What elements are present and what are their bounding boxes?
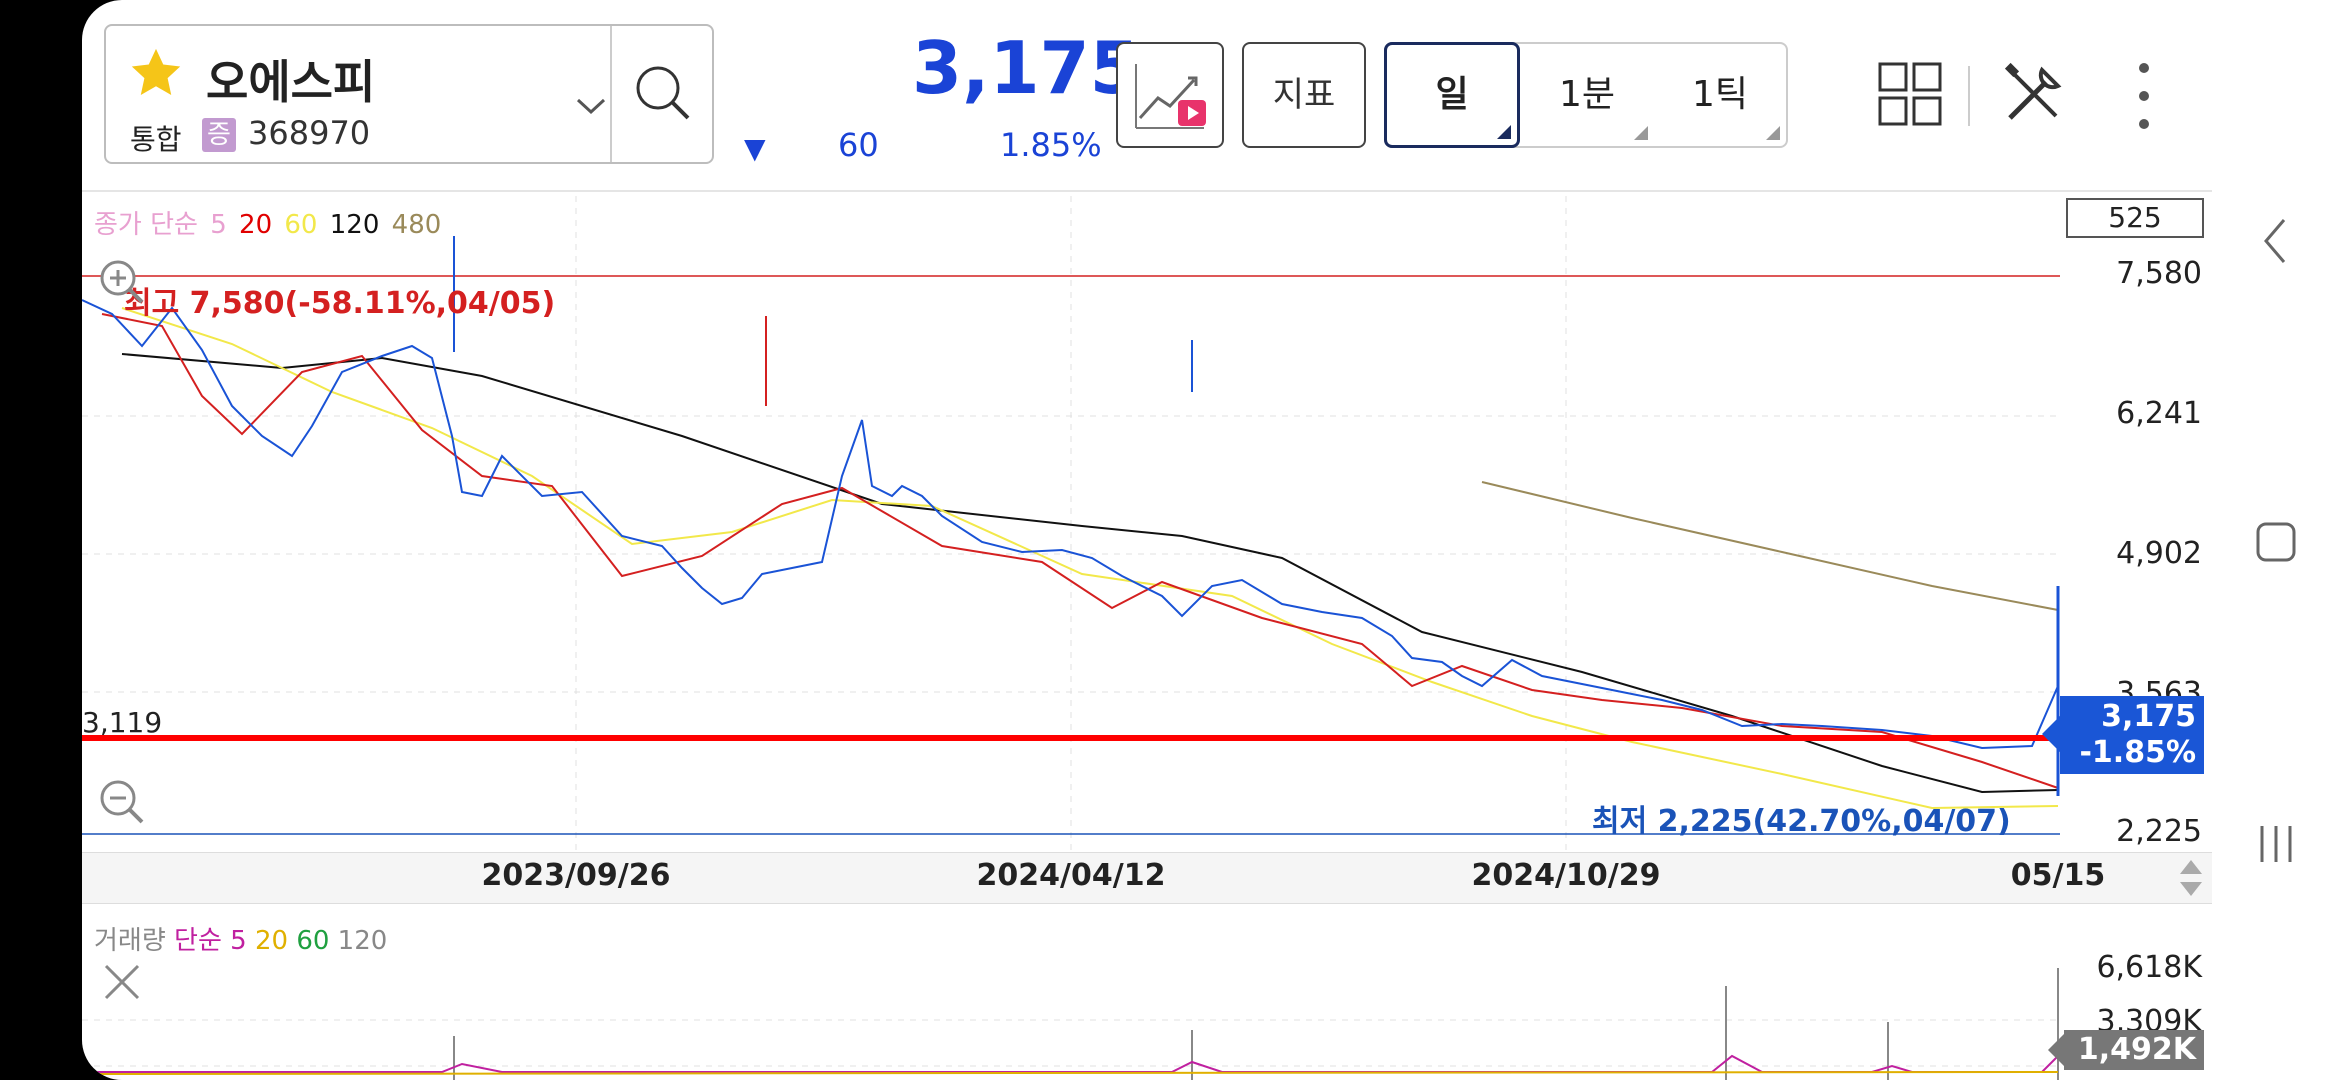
price-change-percent: 1.85% (1000, 126, 1102, 164)
volume-y-axis-label: 6,618K (2096, 950, 2202, 985)
chart-video-button[interactable] (1116, 42, 1224, 148)
period-1tick[interactable]: 1틱 (1654, 44, 1786, 146)
nav-home-button[interactable] (2212, 520, 2340, 568)
layout-grid-icon[interactable] (1878, 62, 1942, 126)
indicator-button[interactable]: 지표 (1242, 42, 1366, 148)
corner-triangle-icon (1497, 125, 1511, 139)
high-price-annotation: 최고 7,580(-58.11%,04/05) (124, 286, 556, 321)
current-price: 3,175 (912, 26, 1140, 110)
divider (1968, 66, 1970, 126)
market-badge: 증 (202, 118, 236, 152)
period-1tick-label: 1틱 (1691, 74, 1749, 115)
stock-selector[interactable]: 오에스피 통합 증 368970 (104, 24, 714, 164)
back-icon (2264, 219, 2286, 263)
current-price-tag-change: -1.85% (2079, 735, 2196, 770)
tools-icon[interactable] (2002, 62, 2066, 126)
volume-chart-plot[interactable] (82, 906, 2062, 1080)
more-vertical-icon[interactable] (2134, 60, 2154, 132)
down-triangle-icon: ▼ (744, 132, 766, 165)
search-icon (636, 66, 690, 120)
corner-triangle-icon (1766, 126, 1780, 140)
chart-play-icon (1135, 64, 1206, 129)
period-selector: 일 1분 1틱 (1384, 42, 1788, 148)
y-axis-label: 4,902 (2116, 536, 2202, 571)
price-change: 60 (838, 126, 879, 164)
x-axis-label: 2023/09/26 (481, 858, 671, 893)
period-daily[interactable]: 일 (1384, 42, 1520, 148)
home-icon (2256, 522, 2296, 562)
nav-recents-button[interactable] (2212, 822, 2340, 870)
current-price-tag: 3,175 -1.85% (2042, 696, 2204, 774)
recents-icon (2260, 826, 2292, 862)
zoom-in-icon[interactable] (96, 256, 146, 306)
x-axis-label: 2024/10/29 (1471, 858, 1661, 893)
stock-code: 368970 (248, 114, 371, 152)
resize-arrows-icon[interactable] (2178, 858, 2204, 898)
visible-count-box[interactable]: 525 (2066, 198, 2204, 238)
horizontal-line-value: 3,119 (82, 706, 163, 739)
stock-name: 오에스피 (206, 55, 376, 109)
system-nav-bar (2212, 0, 2340, 1080)
chevron-down-icon[interactable] (576, 96, 606, 116)
ma480-line (1481, 481, 2059, 611)
nav-back-button[interactable] (2212, 216, 2340, 270)
header-divider (82, 190, 2212, 192)
current-price-tag-value: 3,175 (2101, 699, 2196, 734)
x-axis-label: 05/15 (2010, 858, 2106, 893)
current-volume-tag: 1,492K (2048, 1030, 2204, 1070)
y-axis-label: 6,241 (2116, 396, 2202, 431)
corner-triangle-icon (1634, 126, 1648, 140)
search-button[interactable] (612, 26, 714, 162)
stock-chart-app: 오에스피 통합 증 368970 3,175 ▼ 60 1.85% 지표 일 1… (82, 0, 2212, 1080)
x-axis-label: 2024/04/12 (976, 858, 1166, 893)
favorite-star-icon[interactable] (126, 44, 186, 102)
zoom-out-icon[interactable] (96, 776, 146, 826)
ma20-line (101, 313, 2059, 789)
y-axis-label: 2,225 (2116, 814, 2202, 849)
period-daily-label: 일 (1435, 74, 1469, 115)
low-price-annotation: 최저 2,225(42.70%,04/07) (1592, 804, 2011, 839)
period-1min-label: 1분 (1558, 74, 1616, 115)
market-type-label: 통합 (130, 123, 182, 156)
y-axis-label: 7,580 (2116, 256, 2202, 291)
period-1min[interactable]: 1분 (1520, 44, 1654, 146)
